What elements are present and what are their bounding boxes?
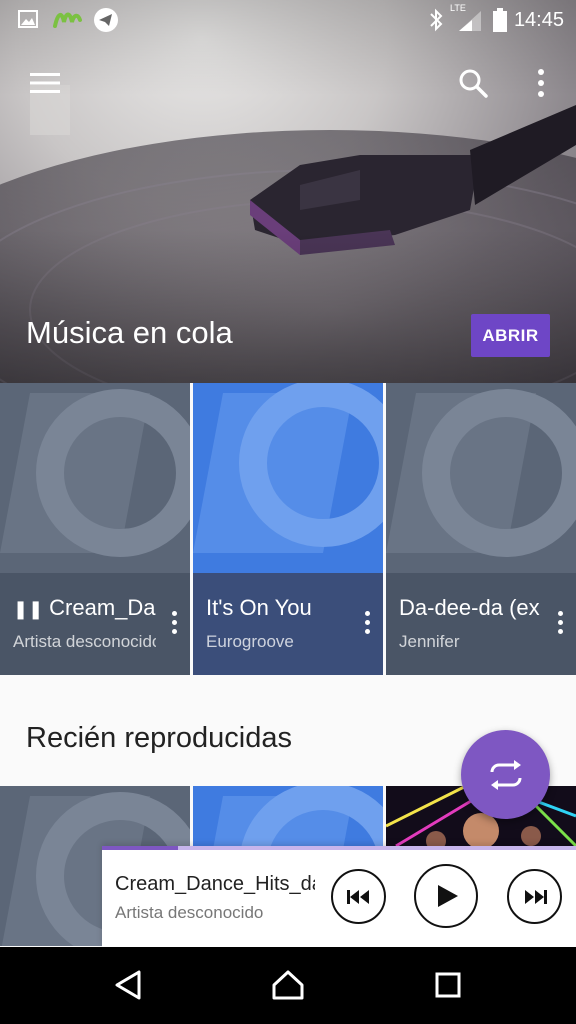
skip-next-icon [524,889,547,904]
song-title: Da-dee-da (ex [399,595,540,620]
mini-player[interactable]: Cream_Dance_Hits_dance Artista desconoci… [102,846,576,947]
more-vert-icon[interactable] [166,609,182,639]
play-button[interactable] [414,864,478,928]
battery-icon [493,8,507,37]
recents-button[interactable] [428,965,468,1005]
more-vert-icon[interactable] [359,609,375,639]
status-bar: LTE 14:45 [0,0,576,40]
skip-previous-button[interactable] [331,869,386,924]
section-title: Recién reproducidas [26,722,292,754]
song-title: It's On You [206,595,312,620]
search-icon [459,69,488,98]
navigation-bar [0,947,576,1024]
recents-icon [435,972,461,998]
now-playing-artist: Artista desconocido [115,903,264,922]
clock: 14:45 [513,9,564,31]
open-button[interactable]: ABRIR [471,314,550,357]
now-playing-title: Cream_Dance_Hits_dance [115,873,315,895]
menu-icon [30,73,60,93]
home-icon [272,970,304,1000]
album-art-placeholder [386,383,576,573]
overflow-menu-button[interactable] [520,62,562,104]
shuffle-repeat-icon [490,759,521,790]
album-art-placeholder [0,383,190,573]
shuffle-fab[interactable] [461,730,550,819]
more-vert-icon[interactable] [552,609,568,639]
back-icon [115,970,141,1000]
search-button[interactable] [452,62,494,104]
home-button[interactable] [268,965,308,1005]
bluetooth-icon [428,8,444,37]
song-artist: Eurogroove [206,632,294,651]
song-artist: Artista desconocido [13,632,156,651]
skip-next-button[interactable] [507,869,562,924]
signal-icon [458,10,482,37]
song-title: Cream_Dance_Hits_ [49,595,156,620]
progress-fill [102,846,178,850]
album-art-placeholder [193,383,383,573]
play-icon [438,885,458,907]
queue-card[interactable]: It's On You Eurogroove [193,383,383,675]
song-artist: Jennifer [399,632,460,651]
back-button[interactable] [108,965,148,1005]
menu-button[interactable] [24,62,66,104]
carrier-logo-icon [52,8,82,35]
hero-title: Música en cola [26,315,233,350]
more-vert-icon [538,69,544,97]
skip-previous-icon [346,889,369,904]
pause-icon: ❚❚ [13,599,44,619]
image-icon [18,10,38,33]
queue-card[interactable]: ❚❚Cream_Dance_Hits_ Artista desconocido [0,383,190,675]
telegram-icon [93,7,119,38]
queue-card[interactable]: Da-dee-da (ex Jennifer [386,383,576,675]
